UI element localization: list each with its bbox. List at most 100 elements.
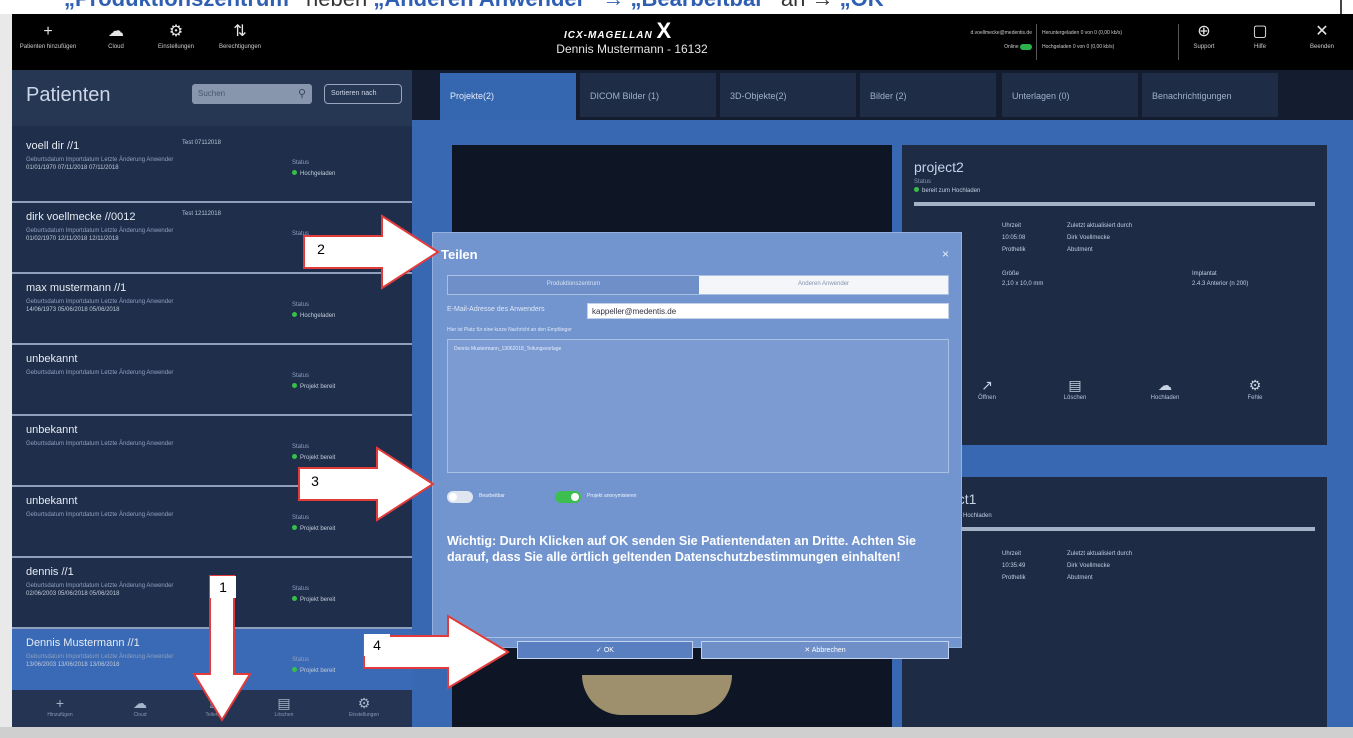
upload-button[interactable]: ☁ Hochladen (1130, 375, 1200, 401)
footer-delete-label: Löschen (274, 712, 294, 718)
status-text: Projekt bereit (300, 526, 336, 532)
footer-add-button[interactable]: + Hinzufügen (30, 694, 90, 718)
footer-settings-label: Einstellungen (348, 712, 380, 718)
permissions-button[interactable]: ⇅ Berechtigungen (208, 20, 272, 64)
project-type: Prothetik (1002, 575, 1026, 581)
tab-notifications[interactable]: Benachrichtigungen (1142, 73, 1278, 117)
email-field[interactable]: kappeller@medentis.de (587, 303, 949, 319)
tab-dicom[interactable]: DICOM Bilder (1) (580, 73, 716, 117)
project-title: ect1 (950, 491, 977, 507)
caption-part2: „Anderen Anwender“ (373, 0, 596, 11)
tab-images[interactable]: Bilder (2) (860, 73, 996, 117)
trash-icon: ▤ (277, 695, 291, 711)
patient-name: unbekannt (26, 353, 78, 365)
patient-name: unbekannt (26, 424, 78, 436)
anonymize-toggle[interactable] (555, 491, 581, 503)
logo-text: ICX-MAGELLAN (564, 30, 653, 41)
app-logo: ICX-MAGELLAN X (564, 18, 672, 44)
sort-dropdown[interactable]: Sortieren nach (324, 84, 402, 104)
status-label: Status (292, 302, 310, 308)
editable-toggle[interactable] (447, 491, 473, 503)
status-label: Status (292, 373, 310, 379)
project-status: zum Hochladen (950, 513, 992, 519)
project-card[interactable]: ect1 zum Hochladen Uhrzeit Zuletzt aktua… (902, 477, 1327, 727)
cloud-icon: ☁ (133, 695, 147, 711)
close-icon[interactable]: × (942, 247, 949, 261)
caption-part4: „OK“ (840, 0, 895, 11)
project-time: 10:35:49 (1002, 563, 1026, 569)
status-badge: Projekt bereit (292, 596, 335, 603)
status-label: Status (292, 657, 310, 663)
title-separator (1036, 24, 1037, 60)
ok-button[interactable]: ✓ OK (517, 641, 693, 659)
trash-icon: ▤ (1068, 377, 1082, 393)
add-patient-label: Patienten hinzufügen (19, 44, 77, 50)
search-input[interactable]: Suchen ⚲ (192, 84, 312, 104)
project-title: project2 (914, 159, 964, 175)
transfer-quota: Heruntergeladen 0 von 0 (0,00 kb/s) Hoch… (1042, 26, 1172, 54)
status-badge: Projekt bereit (292, 383, 335, 390)
project-actions: ↗ Öffnen ▤ Löschen ☁ Hochladen ⚙ Fehle (942, 375, 1322, 415)
project-card[interactable]: project2 Status bereit zum Hochladen Uhr… (902, 145, 1327, 445)
privacy-warning: Wichtig: Durch Klicken auf OK senden Sie… (447, 534, 916, 564)
globe-icon: ⊕ (1197, 23, 1211, 40)
patient-row[interactable]: voell dir //1 Test 07112018 Geburtsdatum… (12, 132, 412, 203)
upload-quota: Hochgeladen 0 von 0 (0,00 kb/s) (1042, 44, 1115, 50)
dental-model (582, 675, 732, 715)
project-type: Prothetik (1002, 247, 1026, 253)
exit-button[interactable]: ✕ Beenden (1290, 20, 1353, 64)
tab-projects[interactable]: Projekte(2) (440, 73, 576, 120)
patient-row[interactable]: unbekannt Geburtsdatum Importdatum Letzt… (12, 345, 412, 416)
cloud-icon: ☁ (108, 23, 124, 40)
gear-icon: ⚙ (168, 23, 184, 40)
col-time-label: Uhrzeit (1002, 223, 1022, 229)
permissions-label: Berechtigungen (218, 44, 262, 50)
cloud-button[interactable]: ☁ Cloud (84, 20, 148, 64)
footer-settings-button[interactable]: ⚙ Einstellungen (334, 694, 394, 718)
size-label: Größe (1002, 271, 1020, 277)
status-label: Status (292, 586, 310, 592)
col-by-label: Zuletzt aktualisiert durch (1067, 551, 1133, 557)
dialog-title: Teilen (441, 247, 478, 262)
step-number-1: 1 (210, 576, 236, 598)
production-center-option[interactable]: Produktionszentrum (448, 276, 699, 294)
patient-columns: Geburtsdatum Importdatum Letzte Änderung… (26, 157, 174, 163)
recipient-type-selector: Produktionszentrum Anderen Anwender (447, 275, 949, 295)
help-button[interactable]: ▢ Hilfe (1228, 20, 1292, 64)
online-label: Online (1004, 44, 1019, 50)
project-settings-button[interactable]: ⚙ Fehle (1220, 375, 1290, 401)
cancel-button[interactable]: ✕ Abbrechen (701, 641, 949, 659)
delete-label: Löschen (1063, 395, 1087, 401)
cloud-label: Cloud (108, 44, 124, 50)
patient-tag: Test 12112018 (182, 211, 221, 217)
delete-button[interactable]: ▤ Löschen (1040, 375, 1110, 401)
tab-documents[interactable]: Unterlagen (0) (1002, 73, 1138, 117)
book-icon: ▢ (1252, 23, 1268, 40)
add-patient-button[interactable]: + Patienten hinzufügen (16, 20, 80, 64)
caption-part1: „Produktionszentrum“ (64, 0, 300, 11)
status-dot (292, 525, 297, 530)
tab-3d-objects[interactable]: 3D-Objekte(2) (720, 73, 856, 117)
app-window: + Patienten hinzufügen ☁ Cloud ⚙ Einstel… (12, 14, 1353, 727)
editable-label: Bearbeitbar (479, 493, 505, 499)
footer-delete-button[interactable]: ▤ Löschen (254, 694, 314, 718)
close-icon: ✕ (1315, 23, 1329, 40)
message-textarea[interactable]: Dennis Mustermann_13062018_Teilungsvorla… (447, 339, 949, 473)
status-badge: Hochgeladen (292, 170, 335, 177)
download-quota: Heruntergeladen 0 von 0 (0,00 kb/s) (1042, 30, 1123, 36)
open-button[interactable]: ↗ Öffnen (952, 375, 1022, 401)
footer-cloud-button[interactable]: ☁ Cloud (110, 694, 170, 718)
project-time: 10:05:08 (1002, 235, 1026, 241)
email-row: E-Mail-Adresse des Anwenders kappeller@m… (447, 303, 949, 319)
message-label: Hier ist Platz für eine kurze Nachricht … (447, 327, 572, 333)
caption-part3: „Bearbeitbar“ (630, 0, 774, 11)
settings-button[interactable]: ⚙ Einstellungen (144, 20, 208, 64)
upload-label: Hochladen (1150, 395, 1180, 401)
support-button[interactable]: ⊕ Support (1172, 20, 1236, 64)
footer-add-label: Hinzufügen (47, 712, 73, 718)
status-badge: Hochgeladen (292, 312, 335, 319)
other-user-option[interactable]: Anderen Anwender (699, 276, 948, 294)
status-text: Projekt bereit (300, 597, 336, 603)
project-type-val: Abutment (1067, 247, 1093, 253)
logo-x: X (656, 18, 673, 43)
